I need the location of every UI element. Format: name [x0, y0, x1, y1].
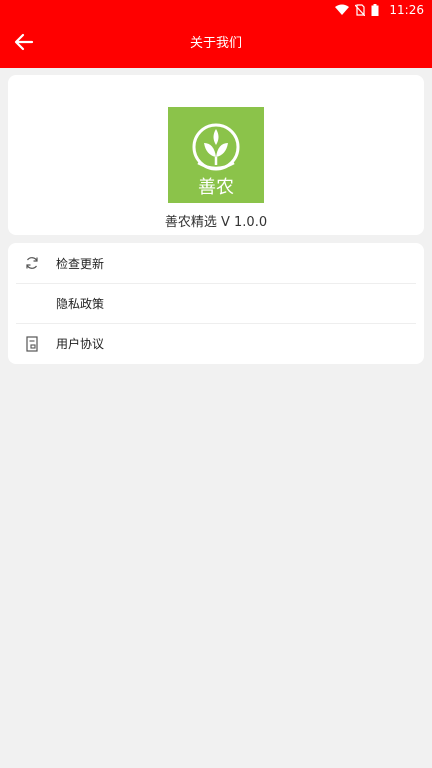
- status-time: 11:26: [389, 3, 424, 17]
- menu-item-label: 隐私政策: [56, 297, 105, 311]
- menu-card: 检查更新 隐私政策 用户协议: [8, 243, 424, 364]
- status-bar: 11:26: [0, 0, 432, 20]
- toolbar: 关于我们: [0, 20, 432, 68]
- menu-item-user-agreement[interactable]: 用户协议: [16, 323, 416, 363]
- refresh-icon: [16, 243, 48, 283]
- wifi-icon: [335, 4, 350, 16]
- app-logo: 善农: [168, 107, 264, 203]
- menu-item-privacy-policy[interactable]: 隐私政策: [16, 283, 416, 323]
- page-title: 关于我们: [189, 36, 242, 51]
- menu-item-label: 检查更新: [56, 256, 105, 271]
- app-bar: 11:26 关于我们: [0, 0, 432, 68]
- logo-text: 善农: [198, 177, 234, 198]
- battery-icon: [371, 4, 379, 16]
- document-icon: [16, 324, 48, 364]
- about-card: 善农 善农精选 V 1.0.0: [8, 75, 424, 235]
- no-sim-icon: [355, 4, 366, 16]
- menu-item-check-update[interactable]: 检查更新: [16, 243, 416, 283]
- app-version: 善农精选 V 1.0.0: [164, 215, 268, 230]
- menu-item-label: 用户协议: [56, 337, 105, 351]
